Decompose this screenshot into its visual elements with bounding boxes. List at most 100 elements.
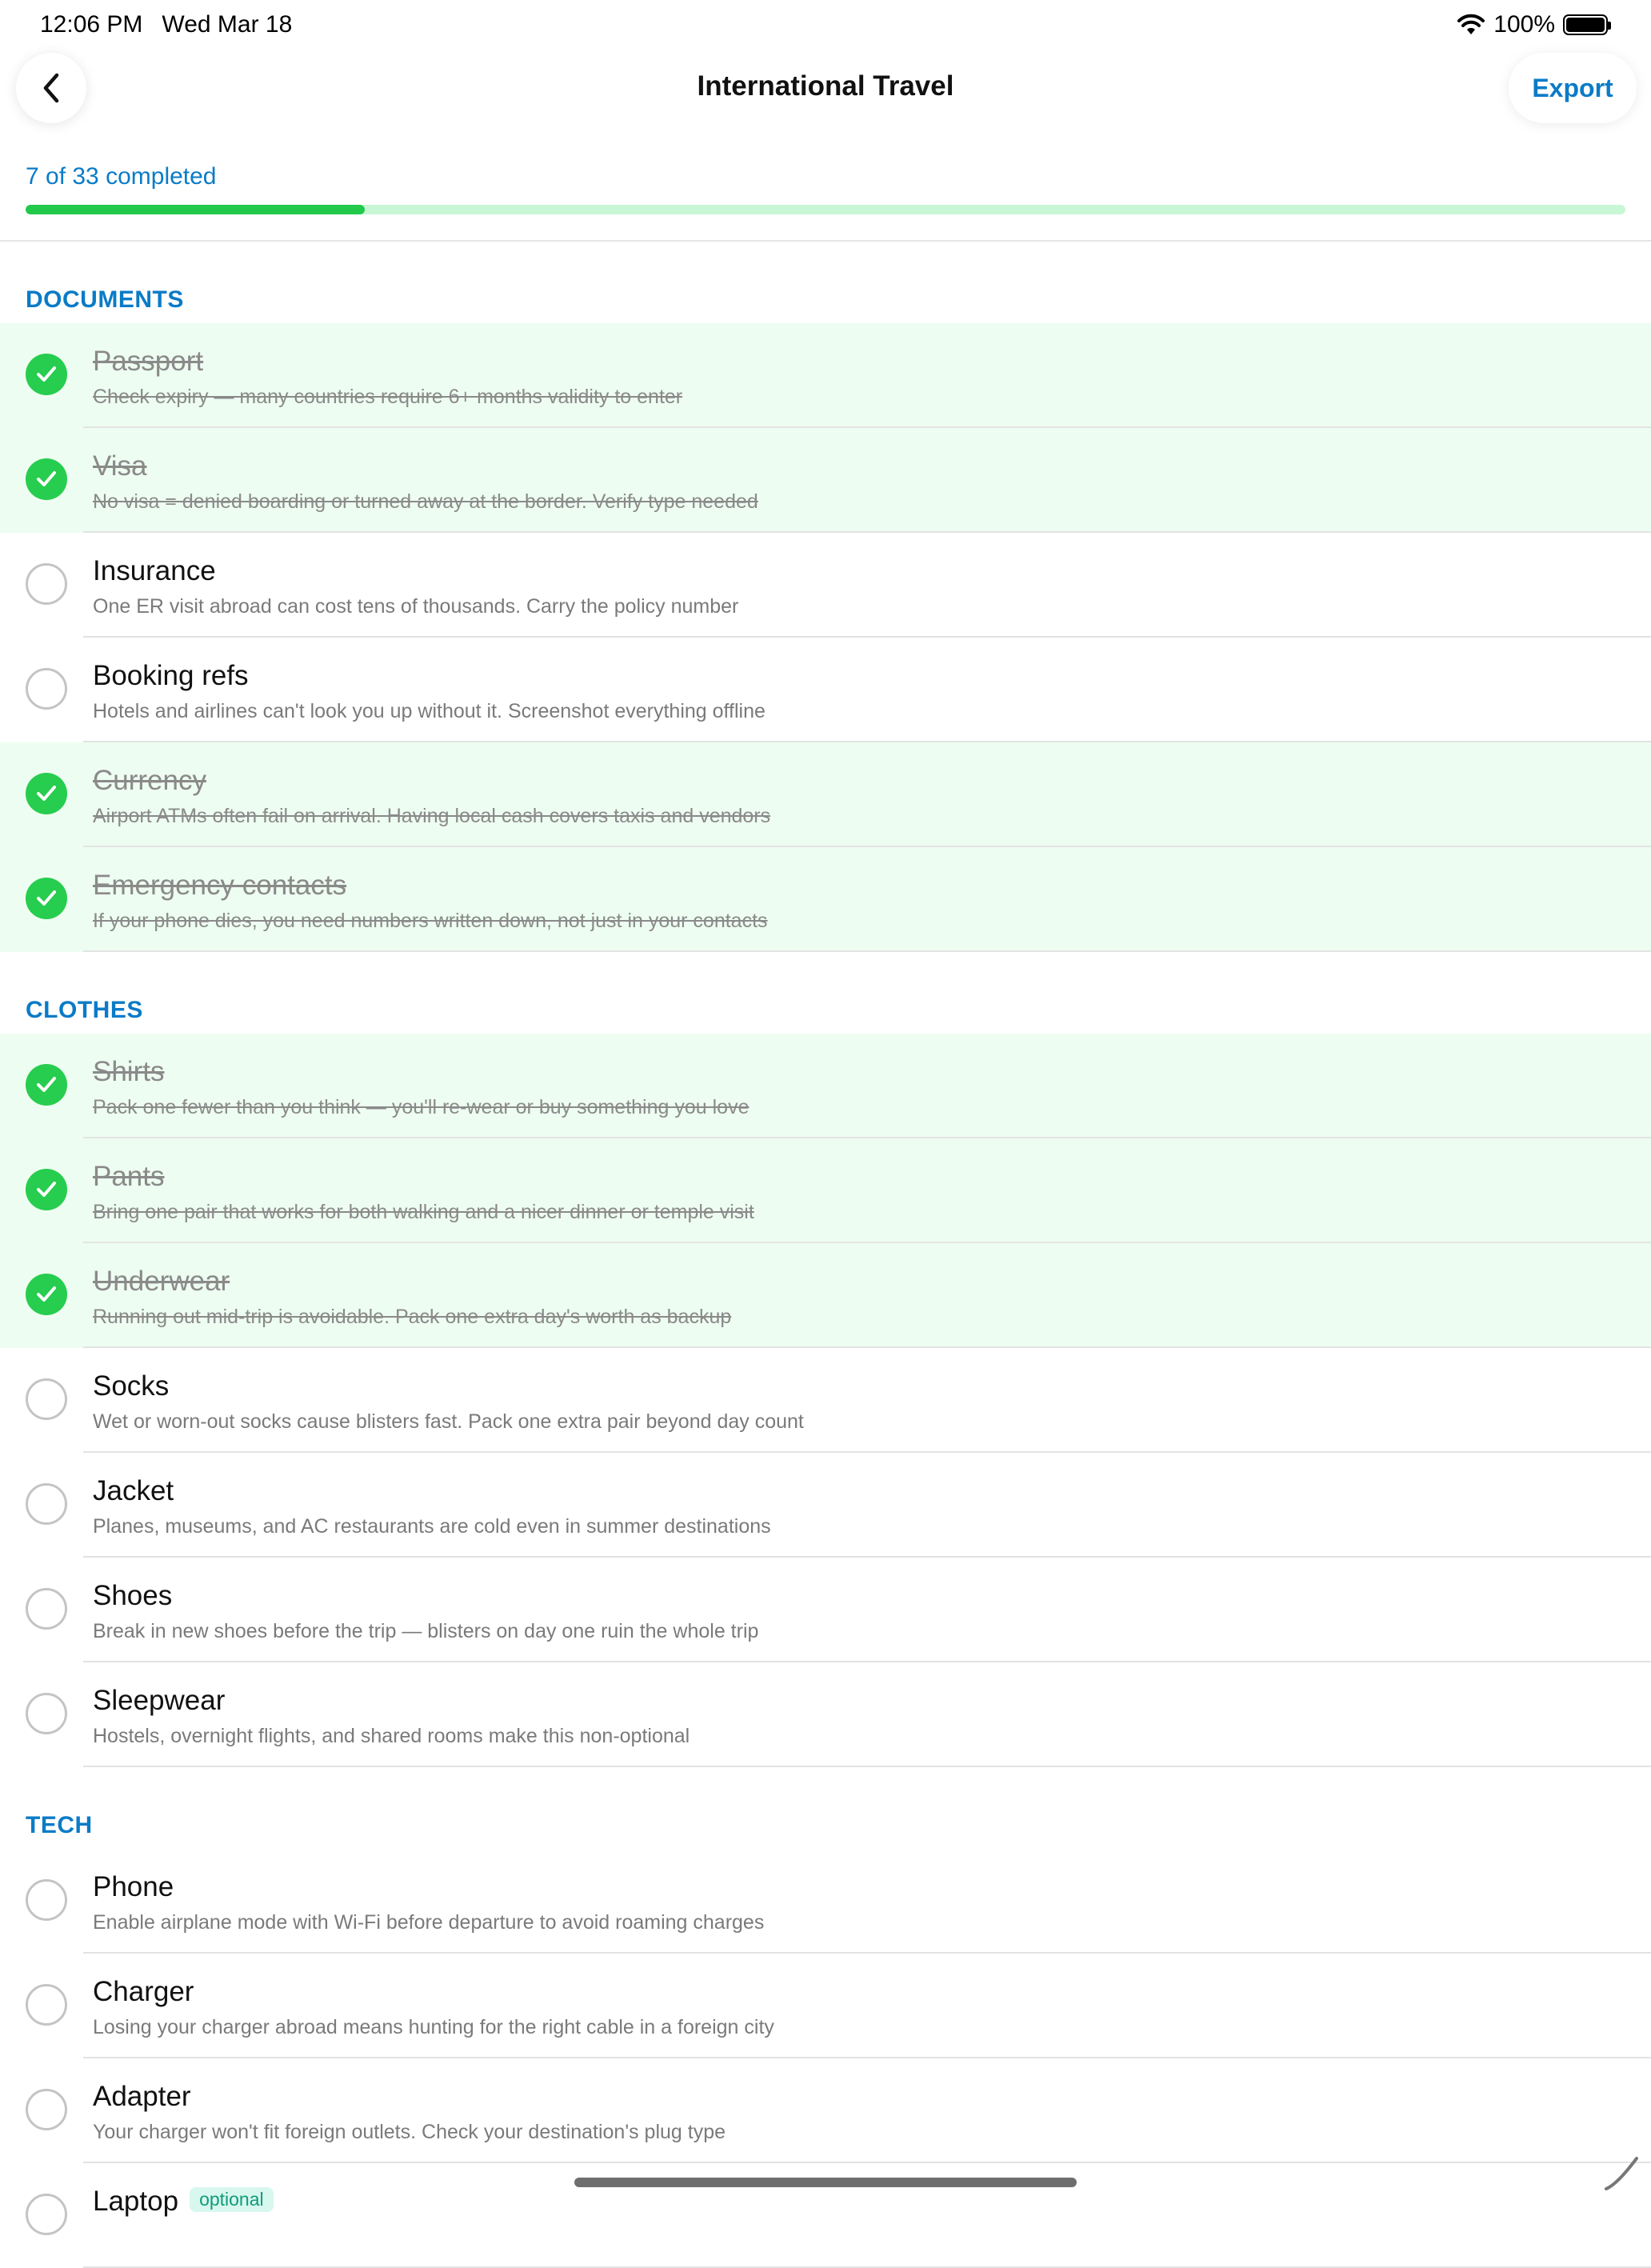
progress-label: 7 of 33 completed bbox=[26, 163, 217, 190]
item-description: Losing your charger abroad means hunting… bbox=[93, 2016, 774, 2038]
item-title-text: Sleepwear bbox=[93, 1685, 226, 1716]
checkbox[interactable] bbox=[26, 878, 67, 919]
section-header: DOCUMENTS bbox=[0, 242, 1651, 323]
status-left: 12:06 PM Wed Mar 18 bbox=[40, 11, 292, 38]
checklist-item[interactable]: Socks Wet or worn-out socks cause blister… bbox=[0, 1348, 1651, 1453]
item-title: Shirts bbox=[93, 1056, 164, 1088]
battery-icon bbox=[1563, 14, 1611, 35]
checkbox[interactable] bbox=[26, 1483, 67, 1525]
checkbox[interactable] bbox=[26, 773, 67, 814]
checklist-item[interactable]: Jacket Planes, museums, and AC restaurant… bbox=[0, 1453, 1651, 1558]
item-title: Booking refs bbox=[93, 660, 249, 692]
scribble-icon bbox=[1605, 2157, 1638, 2190]
section-title: TECH bbox=[26, 1812, 93, 1838]
checkbox[interactable] bbox=[26, 1064, 67, 1106]
checkbox[interactable] bbox=[26, 1588, 67, 1630]
item-title-text: Emergency contacts bbox=[93, 870, 347, 901]
item-title: Adapter bbox=[93, 2081, 191, 2113]
section-header: TECH bbox=[0, 1767, 1651, 1849]
item-title: Shoes bbox=[93, 1580, 172, 1612]
checkbox[interactable] bbox=[26, 1984, 67, 2026]
checklist-item[interactable]: Insurance One ER visit abroad can cost te… bbox=[0, 533, 1651, 638]
navigation-bar: International Travel Export bbox=[0, 51, 1651, 139]
checklist-item[interactable]: Adapter Your charger won't fit foreign ou… bbox=[0, 2058, 1651, 2163]
checklist-item[interactable]: Emergency contacts If your phone dies, yo… bbox=[0, 847, 1651, 952]
export-button[interactable]: Export bbox=[1509, 53, 1637, 123]
item-title-text: Phone bbox=[93, 1871, 174, 1902]
item-title: Laptop optional bbox=[93, 2186, 274, 2218]
item-title-text: Insurance bbox=[93, 555, 216, 586]
status-date: Wed Mar 18 bbox=[162, 11, 293, 38]
item-title: Currency bbox=[93, 765, 206, 797]
item-title: Visa bbox=[93, 450, 146, 482]
checklist-item[interactable]: Phone Enable airplane mode with Wi-Fi bef… bbox=[0, 1849, 1651, 1954]
progress-bar bbox=[26, 205, 1625, 214]
checkbox[interactable] bbox=[26, 354, 67, 395]
item-title-text: Passport bbox=[93, 346, 204, 377]
item-title: Phone bbox=[93, 1871, 174, 1903]
checkbox[interactable] bbox=[26, 563, 67, 605]
item-title-text: Pants bbox=[93, 1161, 165, 1192]
checkbox[interactable] bbox=[26, 1169, 67, 1210]
checklist-item[interactable]: Underwear Running out mid-trip is avoidab… bbox=[0, 1243, 1651, 1348]
checklist: DOCUMENTS Passport Check expiry — many cou… bbox=[0, 242, 1651, 2268]
checkbox[interactable] bbox=[26, 1693, 67, 1734]
checkmark-icon bbox=[37, 366, 56, 382]
checklist-item[interactable]: Passport Check expiry — many countries re… bbox=[0, 323, 1651, 428]
item-title: Underwear bbox=[93, 1266, 230, 1298]
item-description: Running out mid-trip is avoidable. Pack … bbox=[93, 1306, 732, 1328]
item-description: Hotels and airlines can't look you up wi… bbox=[93, 700, 766, 722]
item-description: No visa = denied boarding or turned away… bbox=[93, 490, 758, 513]
checkmark-icon bbox=[37, 890, 56, 906]
checkmark-icon bbox=[37, 471, 56, 486]
item-title: Insurance bbox=[93, 555, 216, 587]
checkmark-icon bbox=[37, 786, 56, 801]
checkbox[interactable] bbox=[26, 1378, 67, 1420]
checkbox[interactable] bbox=[26, 2089, 67, 2130]
item-title: Emergency contacts bbox=[93, 870, 346, 902]
item-title: Socks bbox=[93, 1370, 169, 1402]
item-description: Check expiry — many countries require 6+… bbox=[93, 386, 683, 408]
wifi-icon bbox=[1457, 14, 1485, 34]
home-indicator[interactable] bbox=[574, 2178, 1077, 2187]
checklist-item[interactable]: Sleepwear Hostels, overnight flights, and… bbox=[0, 1662, 1651, 1767]
checkbox[interactable] bbox=[26, 1879, 67, 1921]
item-description: If your phone dies, you need numbers wri… bbox=[93, 910, 768, 932]
item-description: Your charger won't fit foreign outlets. … bbox=[93, 2121, 726, 2143]
checklist-item[interactable]: Pants Bring one pair that works for both … bbox=[0, 1138, 1651, 1243]
checklist-item[interactable]: Charger Losing your charger abroad means … bbox=[0, 1954, 1651, 2058]
item-title-text: Adapter bbox=[93, 2081, 191, 2112]
item-title: Pants bbox=[93, 1161, 165, 1193]
item-title-text: Charger bbox=[93, 1976, 194, 2007]
item-description: Pack one fewer than you think — you'll r… bbox=[93, 1096, 750, 1118]
item-title-text: Currency bbox=[93, 765, 206, 796]
checkbox[interactable] bbox=[26, 668, 67, 710]
item-title: Charger bbox=[93, 1976, 194, 2008]
section-title: DOCUMENTS bbox=[26, 286, 184, 313]
section-title: CLOTHES bbox=[26, 997, 143, 1023]
checkbox[interactable] bbox=[26, 458, 67, 500]
checklist-item[interactable]: Shoes Break in new shoes before the trip … bbox=[0, 1558, 1651, 1662]
item-title-text: Visa bbox=[93, 450, 147, 482]
item-description: Bring one pair that works for both walki… bbox=[93, 1201, 754, 1223]
status-bar: 12:06 PM Wed Mar 18 100% bbox=[0, 0, 1651, 51]
optional-badge: optional bbox=[190, 2187, 274, 2213]
checkbox[interactable] bbox=[26, 2194, 67, 2235]
checklist-item[interactable]: Visa No visa = denied boarding or turned … bbox=[0, 428, 1651, 533]
checklist-item[interactable]: Shirts Pack one fewer than you think — yo… bbox=[0, 1034, 1651, 1138]
checklist-item[interactable]: Booking refs Hotels and airlines can't lo… bbox=[0, 638, 1651, 742]
checkmark-icon bbox=[37, 1077, 56, 1092]
checkmark-icon bbox=[37, 1286, 56, 1302]
item-description: Break in new shoes before the trip — bli… bbox=[93, 1620, 759, 1642]
checkbox[interactable] bbox=[26, 1274, 67, 1315]
status-right: 100% bbox=[1457, 11, 1611, 38]
item-title-text: Shoes bbox=[93, 1580, 173, 1611]
checklist-item[interactable]: Currency Airport ATMs often fail on arriv… bbox=[0, 742, 1651, 847]
item-description: Wet or worn-out socks cause blisters fas… bbox=[93, 1410, 804, 1433]
item-description: Airport ATMs often fail on arrival. Havi… bbox=[93, 805, 771, 827]
checkmark-icon bbox=[37, 1182, 56, 1197]
item-title-text: Underwear bbox=[93, 1266, 230, 1297]
item-title-text: Booking refs bbox=[93, 660, 249, 691]
item-title: Sleepwear bbox=[93, 1685, 225, 1717]
battery-percent: 100% bbox=[1493, 11, 1555, 38]
